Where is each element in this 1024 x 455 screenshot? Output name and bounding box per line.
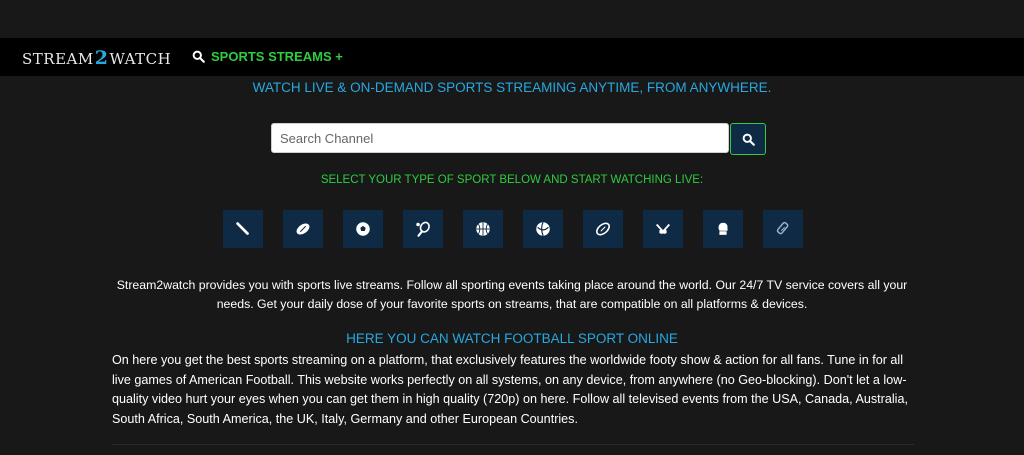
sport-tile-tennis[interactable] (403, 210, 443, 248)
sport-tile-hockey[interactable] (643, 210, 683, 248)
football-icon (296, 223, 310, 235)
basketball-icon (476, 222, 490, 236)
soccer-ball-icon (356, 222, 370, 236)
football-body-text: On here you get the best sports streamin… (112, 353, 908, 426)
search-icon (192, 50, 205, 63)
sport-tile-baseball[interactable] (223, 210, 263, 248)
football-subheading: HERE YOU CAN WATCH FOOTBALL SPORT ONLINE (346, 331, 678, 346)
rugby-ball-icon (596, 222, 610, 236)
hockey-icon (656, 223, 670, 235)
select-sport-prompt: SELECT YOUR TYPE OF SPORT BELOW AND STAR… (320, 174, 704, 186)
divider (112, 444, 914, 445)
search-icon (742, 133, 755, 146)
navbar: STREAM2WATCH SPORTS STREAMS + (0, 38, 1024, 76)
sport-tile-soccer[interactable] (343, 210, 383, 248)
search-input[interactable] (271, 123, 729, 153)
boxing-glove-icon (718, 222, 728, 235)
baseball-bat-icon (236, 222, 249, 235)
site-description: Stream2watch provides you with sports li… (116, 278, 908, 311)
logo-mark: 2 (94, 47, 109, 69)
site-logo[interactable]: STREAM2WATCH (22, 47, 171, 69)
page-headline: WATCH LIVE & ON-DEMAND SPORTS STREAMING … (252, 80, 772, 95)
tennis-racket-icon (416, 221, 430, 237)
search-button[interactable] (730, 123, 766, 155)
sports-streams-menu[interactable]: SPORTS STREAMS + (192, 49, 343, 64)
sport-tile-volleyball[interactable] (523, 210, 563, 248)
sport-tile-football[interactable] (283, 210, 323, 248)
sport-tile-boxing[interactable] (703, 210, 743, 248)
sport-tile-basketball[interactable] (463, 210, 503, 248)
top-strip (0, 0, 1024, 38)
sport-type-selector (223, 210, 803, 248)
search-bar (271, 123, 766, 155)
cricket-icon (776, 221, 789, 235)
sport-tile-rugby[interactable] (583, 210, 623, 248)
sport-tile-cricket[interactable] (763, 210, 803, 248)
sports-streams-label: SPORTS STREAMS + (211, 49, 343, 64)
volleyball-icon (536, 222, 550, 236)
